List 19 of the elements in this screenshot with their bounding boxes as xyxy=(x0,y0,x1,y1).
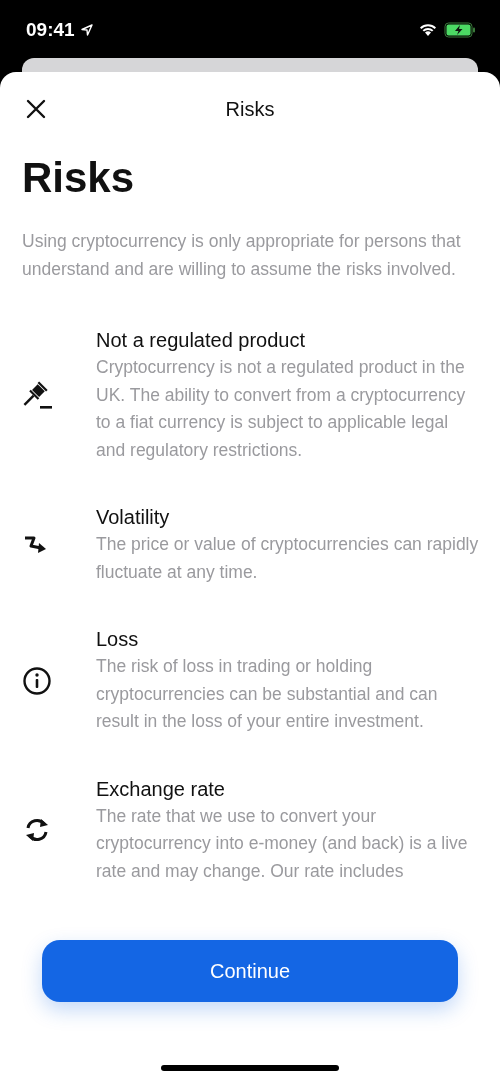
risk-title: Loss xyxy=(96,627,140,652)
intro-text: Using cryptocurrency is only appropriate for persons that understand and are willing to assume the risks involved. xyxy=(22,230,462,281)
status-time: 09:41 xyxy=(26,19,75,41)
risk-title: Not a regulated product xyxy=(96,328,307,353)
risk-title: Volatility xyxy=(96,505,171,530)
risk-title: Exchange rate xyxy=(96,776,226,802)
close-icon[interactable] xyxy=(26,99,46,119)
page-heading: Risks xyxy=(22,153,136,203)
nav-title: Risks xyxy=(225,97,275,121)
gavel-icon xyxy=(22,379,54,412)
risk-description: The risk of loss in trading or holding cryptocurrencies can be substantial and can result in the loss of your entire investment. xyxy=(96,655,439,733)
location-arrow-icon xyxy=(80,24,93,36)
info-icon xyxy=(22,665,52,696)
risk-description: The price or value of cryptocurrencies can rapidly fluctuate at any time. xyxy=(96,533,480,584)
wifi-icon xyxy=(418,23,438,37)
continue-button[interactable]: Continue xyxy=(42,940,458,1002)
risk-description: Cryptocurrency is not a regulated product in the UK. The ability to convert from a cryptocurrency to a fiat currency is subject to applicable legal and regulatory restrictions. xyxy=(96,356,467,462)
battery-icon xyxy=(444,22,476,38)
risk-description: The rate that we use to convert your cryptocurrency into e-money (and back) is a live rate and may change. Our rate includes xyxy=(96,804,469,883)
